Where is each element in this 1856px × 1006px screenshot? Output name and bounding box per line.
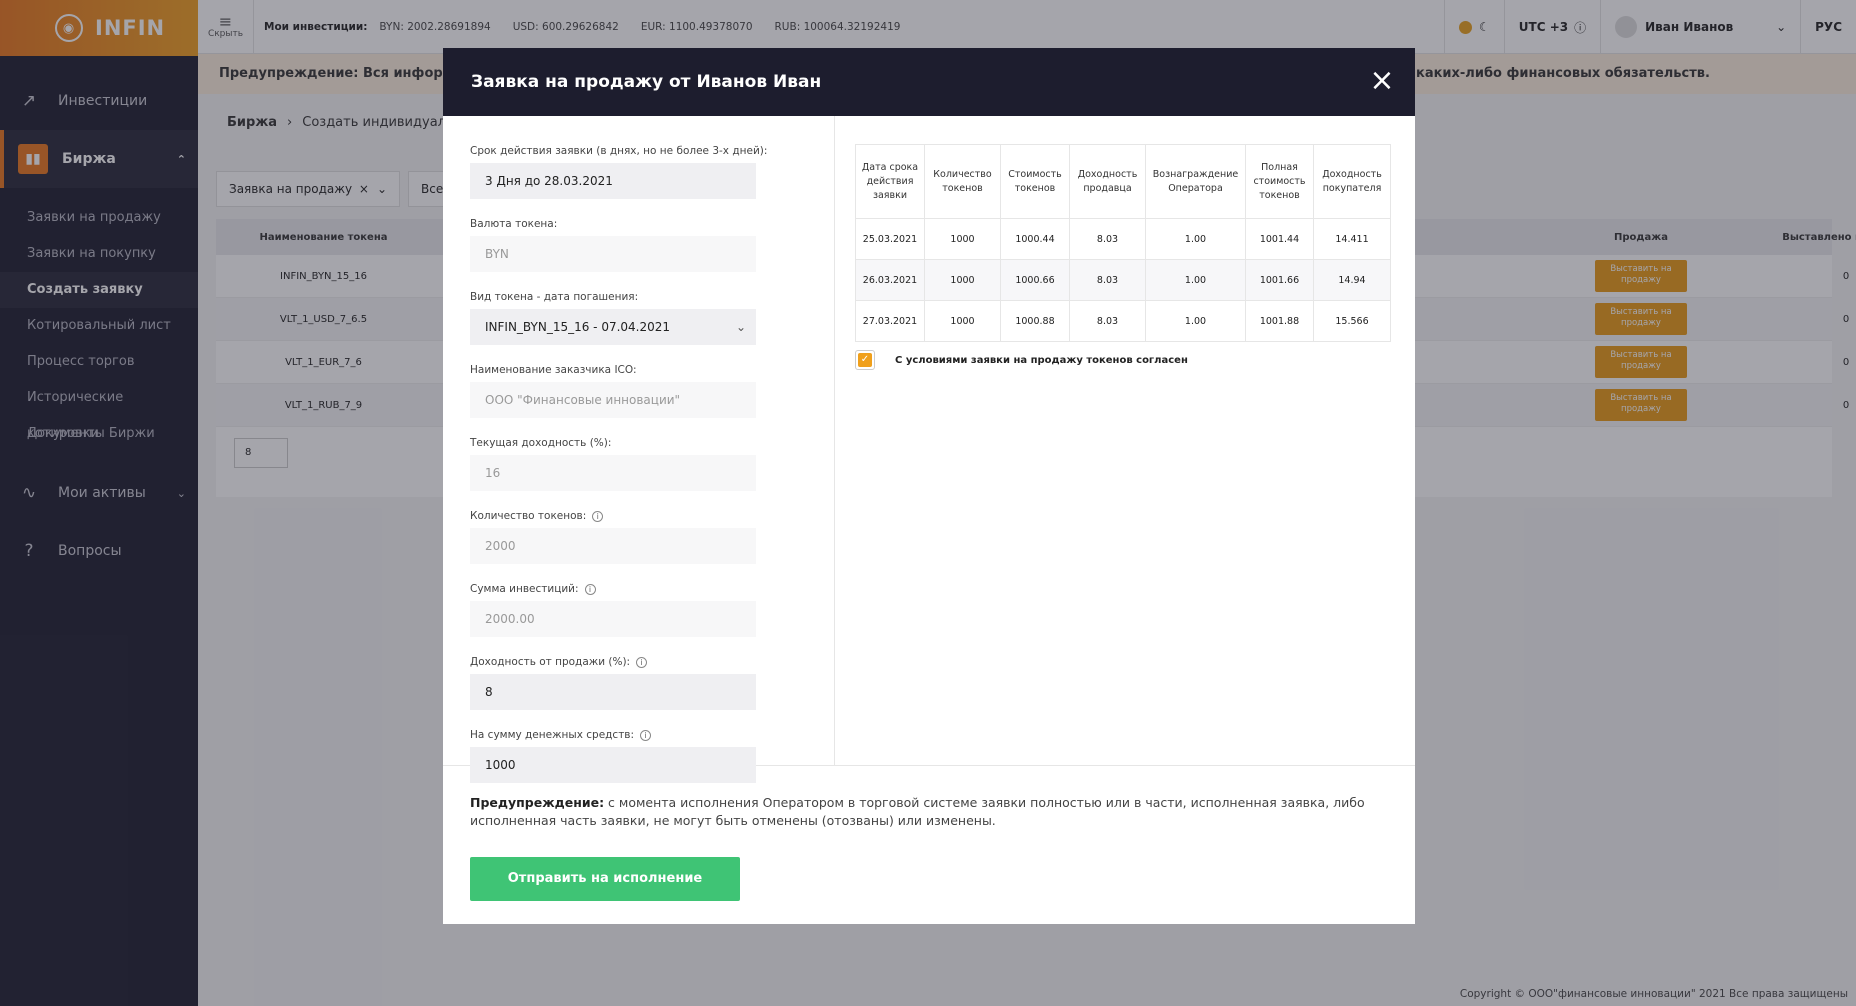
table-row: 26.03.2021 1000 1000.66 8.03 1.00 1001.6… <box>855 259 1391 301</box>
order-form: Срок действия заявки (в днях, но не боле… <box>443 116 835 783</box>
info-icon[interactable]: i <box>584 583 596 595</box>
field-investment: Сумма инвестиций: i 2000.00 <box>470 582 834 637</box>
cell-quantity: 1000 <box>924 259 1001 301</box>
warning-body: с момента исполнения Оператором в торгов… <box>470 795 1365 828</box>
field-yield: Текущая доходность (%): 16 <box>470 436 834 491</box>
close-icon[interactable]: × <box>1369 66 1395 96</box>
cell-buyer-yield: 15.566 <box>1313 300 1391 342</box>
col-seller-yield: Доходность продавца <box>1069 144 1146 219</box>
modal-warning: Предупреждение: с момента исполнения Опе… <box>470 794 1385 830</box>
field-label: Вид токена - дата погашения: <box>470 291 639 303</box>
sale-order-modal: Заявка на продажу от Иванов Иван × Срок … <box>443 48 1415 924</box>
table-header-row: Дата срока действия заявки Количество то… <box>855 144 1391 219</box>
cell-quantity: 1000 <box>924 218 1001 260</box>
field-currency: Валюта токена: BYN <box>470 217 834 272</box>
investment-field: 2000.00 <box>470 601 756 637</box>
modal-header: Заявка на продажу от Иванов Иван × <box>443 48 1415 116</box>
table-row: 27.03.2021 1000 1000.88 8.03 1.00 1001.8… <box>855 300 1391 342</box>
field-label-wrap: Доходность от продажи (%): i <box>470 655 834 669</box>
order-preview: Дата срока действия заявки Количество то… <box>855 144 1391 370</box>
warning-bold: Предупреждение: <box>470 795 605 810</box>
col-price: Стоимость токенов <box>1000 144 1070 219</box>
field-label: Текущая доходность (%): <box>470 437 612 449</box>
field-label: На сумму денежных средств: <box>470 729 635 741</box>
col-quantity: Количество токенов <box>924 144 1001 219</box>
select-value: INFIN_BYN_15_16 - 07.04.2021 <box>485 320 671 334</box>
col-total: Полная стоимость токенов <box>1245 144 1314 219</box>
field-amount: На сумму денежных средств: i 1000 <box>470 728 834 783</box>
token-type-select[interactable]: INFIN_BYN_15_16 - 07.04.2021 ⌄ <box>470 309 756 345</box>
validity-select[interactable]: 3 Дня до 28.03.2021 <box>470 163 756 199</box>
submit-button[interactable]: Отправить на исполнение <box>470 857 740 901</box>
table-row: 25.03.2021 1000 1000.44 8.03 1.00 1001.4… <box>855 218 1391 260</box>
col-operator-fee: Вознаграждение Оператора <box>1145 144 1246 219</box>
field-label: Доходность от продажи (%): <box>470 656 631 668</box>
field-label: Количество токенов: <box>470 510 587 522</box>
field-customer: Наименование заказчика ICO: ООО "Финансо… <box>470 363 834 418</box>
cell-price: 1000.66 <box>1000 259 1070 301</box>
agree-checkbox[interactable]: ✓ <box>855 350 875 370</box>
cell-seller-yield: 8.03 <box>1069 218 1146 260</box>
col-buyer-yield: Доходность покупателя <box>1313 144 1391 219</box>
cell-seller-yield: 8.03 <box>1069 259 1146 301</box>
field-label-wrap: Сумма инвестиций: i <box>470 582 834 596</box>
cell-price: 1000.44 <box>1000 218 1070 260</box>
current-yield-field: 16 <box>470 455 756 491</box>
preview-table: Дата срока действия заявки Количество то… <box>855 144 1391 342</box>
cell-total: 1001.88 <box>1245 300 1314 342</box>
currency-field: BYN <box>470 236 756 272</box>
col-date: Дата срока действия заявки <box>855 144 925 219</box>
agree-label[interactable]: С условиями заявки на продажу токенов со… <box>895 355 1188 366</box>
cell-operator-fee: 1.00 <box>1145 300 1246 342</box>
cell-total: 1001.66 <box>1245 259 1314 301</box>
field-label: Валюта токена: <box>470 218 558 230</box>
cell-buyer-yield: 14.94 <box>1313 259 1391 301</box>
cell-buyer-yield: 14.411 <box>1313 218 1391 260</box>
cell-date: 26.03.2021 <box>855 259 925 301</box>
info-icon[interactable]: i <box>640 729 652 741</box>
field-validity: Срок действия заявки (в днях, но не боле… <box>470 144 834 199</box>
cell-operator-fee: 1.00 <box>1145 218 1246 260</box>
cell-quantity: 1000 <box>924 300 1001 342</box>
cell-operator-fee: 1.00 <box>1145 259 1246 301</box>
amount-input[interactable]: 1000 <box>470 747 756 783</box>
field-label-wrap: На сумму денежных средств: i <box>470 728 834 742</box>
field-sale-yield: Доходность от продажи (%): i 8 <box>470 655 834 710</box>
customer-field: ООО "Финансовые инновации" <box>470 382 756 418</box>
field-token-type: Вид токена - дата погашения: INFIN_BYN_1… <box>470 290 834 345</box>
cell-price: 1000.88 <box>1000 300 1070 342</box>
check-icon: ✓ <box>858 353 872 367</box>
modal-body: Срок действия заявки (в днях, но не боле… <box>443 116 1415 783</box>
cell-date: 27.03.2021 <box>855 300 925 342</box>
agree-row: ✓ С условиями заявки на продажу токенов … <box>855 350 1390 370</box>
modal-footer: Предупреждение: с момента исполнения Опе… <box>443 766 1415 901</box>
field-quantity: Количество токенов: i 2000 <box>470 509 834 564</box>
sale-yield-input[interactable]: 8 <box>470 674 756 710</box>
field-label-wrap: Количество токенов: i <box>470 509 834 523</box>
field-label: Срок действия заявки (в днях, но не боле… <box>470 145 768 157</box>
quantity-field: 2000 <box>470 528 756 564</box>
field-label: Наименование заказчика ICO: <box>470 364 637 376</box>
chevron-down-icon: ⌄ <box>735 320 746 334</box>
modal-title: Заявка на продажу от Иванов Иван <box>471 72 822 92</box>
cell-total: 1001.44 <box>1245 218 1314 260</box>
cell-seller-yield: 8.03 <box>1069 300 1146 342</box>
cell-date: 25.03.2021 <box>855 218 925 260</box>
info-icon[interactable]: i <box>592 510 604 522</box>
field-label: Сумма инвестиций: <box>470 583 579 595</box>
info-icon[interactable]: i <box>636 656 648 668</box>
